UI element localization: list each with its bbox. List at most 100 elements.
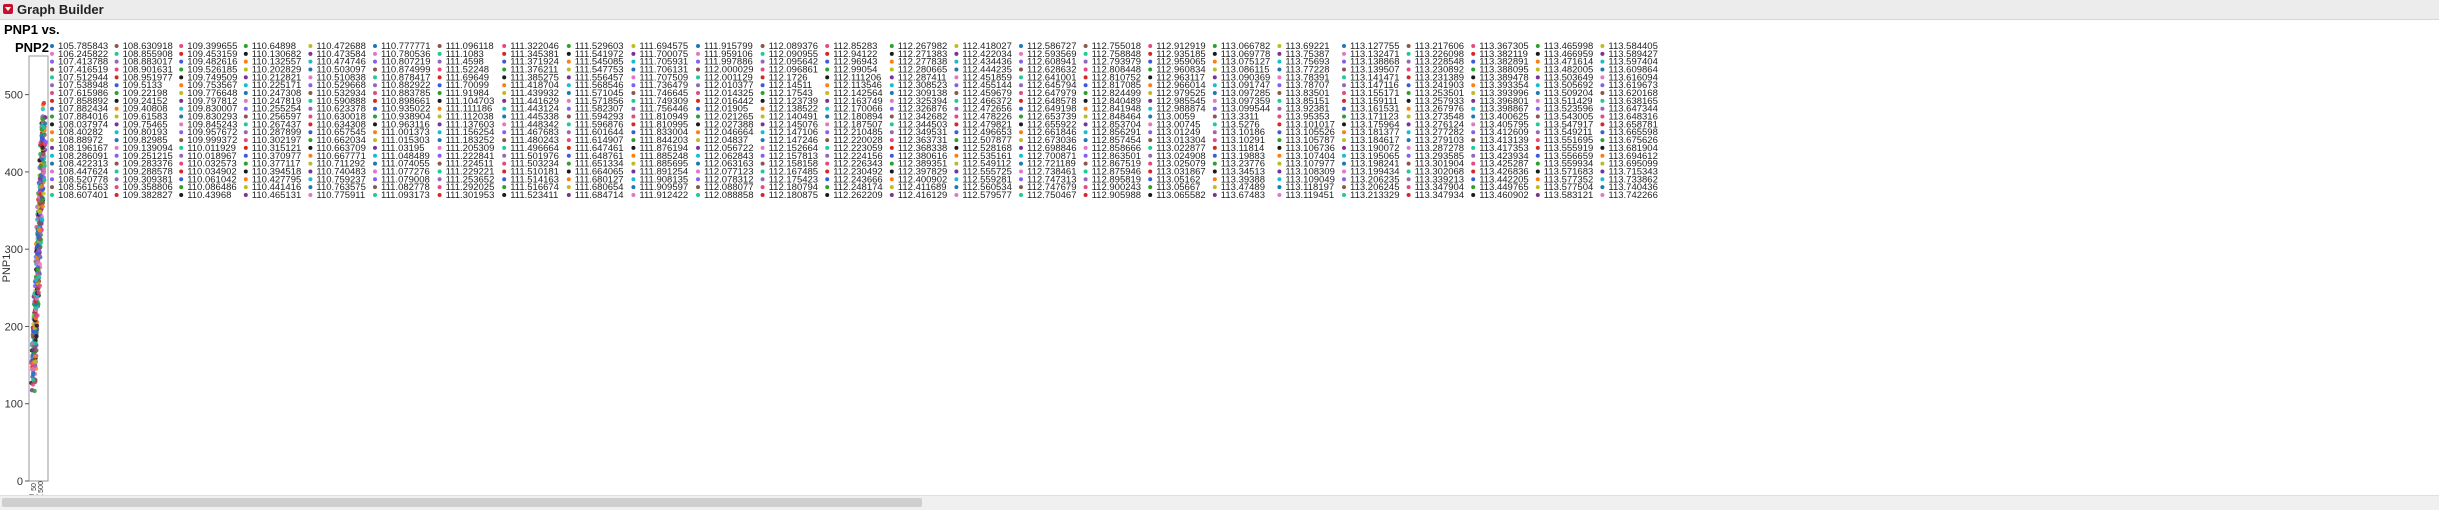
legend-marker: [179, 106, 184, 111]
legend-marker: [502, 161, 507, 166]
legend-marker: [437, 153, 442, 158]
data-point[interactable]: [34, 334, 39, 339]
legend-marker: [889, 91, 894, 96]
legend-marker: [1083, 122, 1088, 127]
data-point[interactable]: [32, 354, 38, 359]
legend-marker: [373, 44, 377, 48]
data-point[interactable]: [40, 204, 45, 209]
data-point[interactable]: [36, 290, 41, 295]
legend-marker: [1019, 177, 1023, 182]
legend-label: 110.43968: [187, 190, 231, 201]
data-point[interactable]: [42, 177, 47, 183]
data-point[interactable]: [39, 197, 45, 203]
data-point[interactable]: [41, 100, 47, 106]
legend-marker: [502, 44, 507, 48]
legend-label: 112.416129: [898, 190, 948, 201]
legend-marker: [566, 91, 571, 96]
data-point[interactable]: [34, 348, 39, 353]
legend-marker: [954, 122, 959, 127]
legend-marker: [1535, 169, 1540, 174]
legend-marker: [1406, 51, 1411, 56]
data-point[interactable]: [35, 251, 40, 256]
legend-marker: [373, 67, 377, 72]
horizontal-scrollbar[interactable]: [0, 495, 2439, 510]
data-point[interactable]: [31, 377, 36, 383]
legend-marker: [1212, 98, 1217, 103]
legend-marker: [1535, 44, 1540, 48]
data-point[interactable]: [31, 371, 36, 376]
legend-marker: [114, 122, 119, 127]
data-point[interactable]: [40, 106, 46, 112]
legend-marker: [1148, 185, 1153, 190]
legend-marker: [1406, 130, 1411, 135]
data-point[interactable]: [37, 283, 42, 288]
legend-marker: [1600, 106, 1605, 111]
data-point[interactable]: [30, 366, 35, 372]
legend-marker: [1406, 67, 1411, 72]
legend-marker: [114, 114, 119, 119]
data-point[interactable]: [35, 267, 40, 272]
data-point[interactable]: [39, 217, 45, 222]
data-point[interactable]: [40, 145, 45, 150]
legend-marker: [566, 75, 571, 80]
legend-marker: [308, 161, 313, 166]
legend-marker: [1083, 161, 1088, 166]
legend-label: 111.523411: [510, 190, 558, 201]
legend-marker: [50, 106, 54, 111]
data-point[interactable]: [33, 359, 38, 364]
legend-marker: [1600, 44, 1605, 48]
legend-marker: [1342, 130, 1346, 135]
data-point[interactable]: [36, 234, 41, 239]
data-point[interactable]: [41, 191, 46, 196]
legend-marker: [1148, 138, 1153, 143]
legend-marker: [1083, 130, 1088, 135]
legend-marker: [1406, 145, 1411, 150]
data-point[interactable]: [37, 228, 42, 233]
legend-marker: [696, 67, 700, 72]
data-point[interactable]: [37, 262, 43, 267]
legend-marker: [373, 51, 377, 56]
legend-marker: [825, 130, 830, 135]
legend-marker: [502, 114, 507, 119]
legend-marker: [50, 138, 54, 143]
data-point[interactable]: [39, 184, 44, 189]
y-tick-label: 0: [17, 476, 23, 488]
data-point[interactable]: [39, 136, 45, 141]
data-point[interactable]: [43, 139, 48, 145]
data-point[interactable]: [41, 125, 47, 130]
legend-marker: [631, 67, 636, 72]
data-point[interactable]: [40, 152, 46, 157]
legend-marker: [1277, 91, 1282, 96]
scrollbar-thumb[interactable]: [2, 498, 922, 507]
legend-marker: [1535, 59, 1540, 64]
legend-marker: [1535, 106, 1540, 111]
legend-marker: [1406, 153, 1411, 158]
legend-marker: [308, 98, 313, 103]
legend-marker: [1019, 130, 1023, 135]
legend-marker: [1083, 59, 1088, 64]
legend-marker: [308, 192, 313, 197]
data-point[interactable]: [42, 163, 47, 168]
legend-marker: [437, 59, 442, 64]
data-point[interactable]: [36, 274, 41, 279]
legend-marker: [954, 130, 959, 135]
legend-marker: [1212, 67, 1217, 72]
data-point[interactable]: [40, 116, 46, 122]
legend-marker: [1277, 169, 1282, 174]
data-point[interactable]: [34, 313, 39, 318]
legend-marker: [760, 83, 765, 88]
data-point[interactable]: [37, 209, 43, 215]
data-point[interactable]: [32, 388, 37, 394]
legend-marker: [179, 177, 184, 182]
legend-marker: [1535, 192, 1540, 197]
legend-marker: [179, 192, 184, 197]
legend-marker: [1148, 130, 1153, 135]
legend-marker: [50, 51, 54, 56]
legend-marker: [243, 59, 248, 64]
legend-marker: [1083, 185, 1088, 190]
data-point[interactable]: [32, 341, 37, 346]
data-point[interactable]: [42, 121, 48, 126]
legend-marker: [954, 59, 959, 64]
legend-marker: [308, 153, 313, 158]
legend-marker: [1600, 67, 1605, 72]
